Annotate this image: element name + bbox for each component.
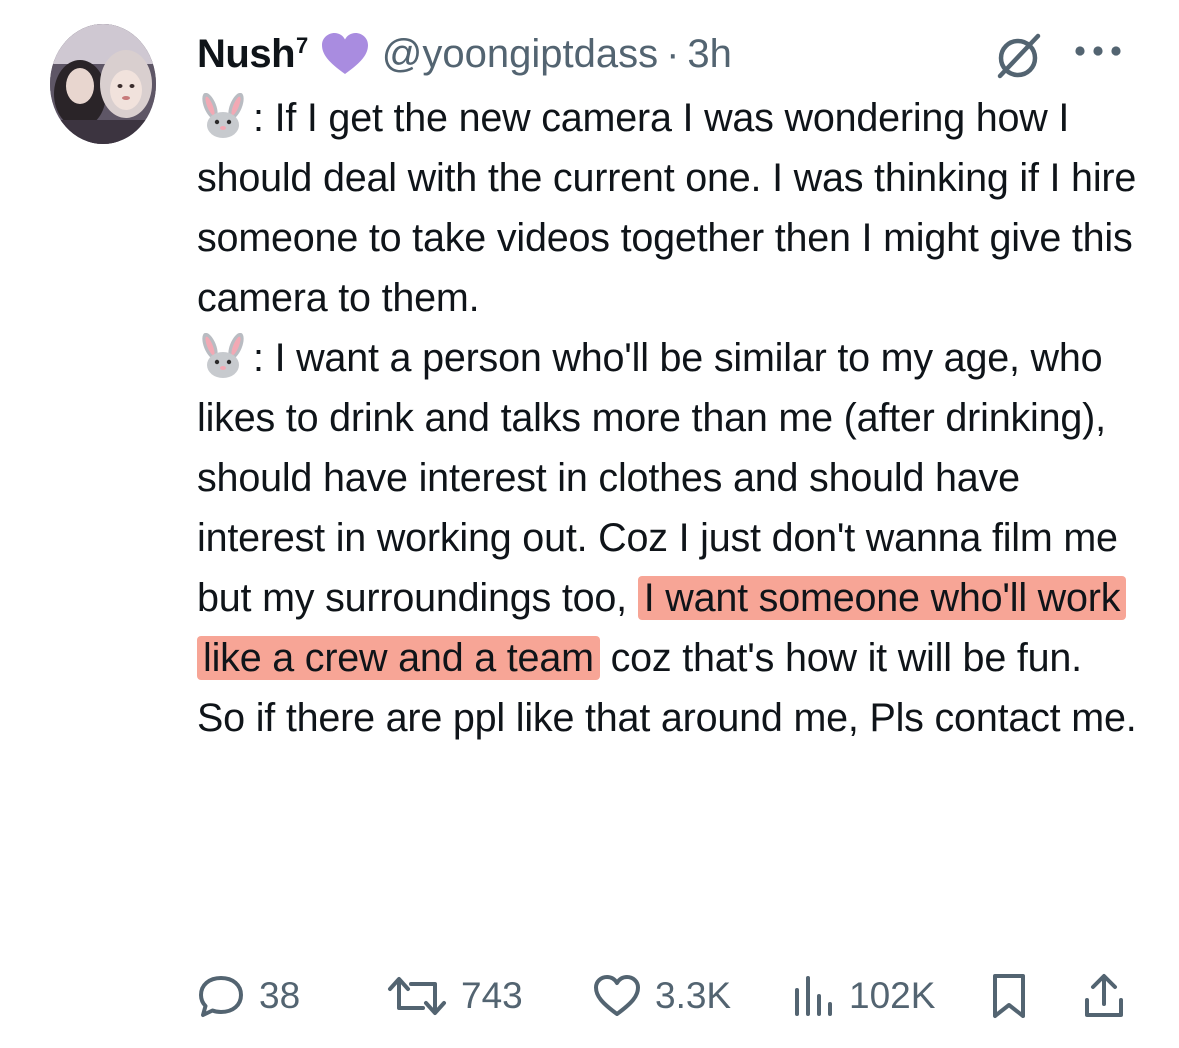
repost-button[interactable]: 743: [387, 966, 523, 1026]
timestamp[interactable]: 3h: [687, 32, 732, 77]
paragraph-2: : I want a person who'll be similar to m…: [197, 328, 1137, 748]
more-icon[interactable]: [1072, 42, 1124, 60]
name-suffix: 7: [296, 32, 308, 58]
bookmark-icon: [993, 974, 1025, 1018]
reply-count: 38: [259, 975, 301, 1016]
action-bar: 38 743 3.3K 102K: [197, 966, 1137, 1026]
tweet-text: : If I get the new camera I was wonderin…: [197, 88, 1137, 748]
like-icon: [594, 975, 640, 1016]
share-icon: [1085, 974, 1123, 1017]
bookmark-button[interactable]: [989, 966, 1029, 1026]
views-button[interactable]: 102K: [791, 966, 935, 1026]
reply-icon: [199, 976, 243, 1017]
paragraph-1-text: If I get the new camera I was wondering …: [197, 96, 1137, 320]
repost-count: 743: [461, 975, 523, 1016]
display-name[interactable]: Nush7: [197, 32, 308, 77]
view-count: 102K: [849, 975, 936, 1016]
grok-icon[interactable]: [990, 28, 1046, 84]
author-handle[interactable]: @yoongiptdass: [382, 32, 658, 77]
paragraph-1: : If I get the new camera I was wonderin…: [197, 88, 1137, 328]
purple-heart-icon: [321, 33, 368, 74]
avatar-image: [50, 24, 156, 144]
rabbit-face-emoji: [202, 93, 244, 138]
tweet-header: Nush7 @yoongiptdass · 3h: [197, 22, 732, 86]
like-count: 3.3K: [655, 975, 732, 1016]
rabbit-face-emoji: [202, 333, 244, 378]
analytics-icon: [795, 976, 832, 1016]
avatar[interactable]: [50, 24, 156, 144]
repost-icon: [388, 977, 446, 1015]
header-separator: ·: [666, 31, 680, 76]
reply-button[interactable]: 38: [197, 966, 300, 1026]
tweet: Nush7 @yoongiptdass · 3h : If I get the …: [0, 0, 1179, 1048]
like-button[interactable]: 3.3K: [593, 966, 731, 1026]
share-button[interactable]: [1083, 966, 1125, 1026]
